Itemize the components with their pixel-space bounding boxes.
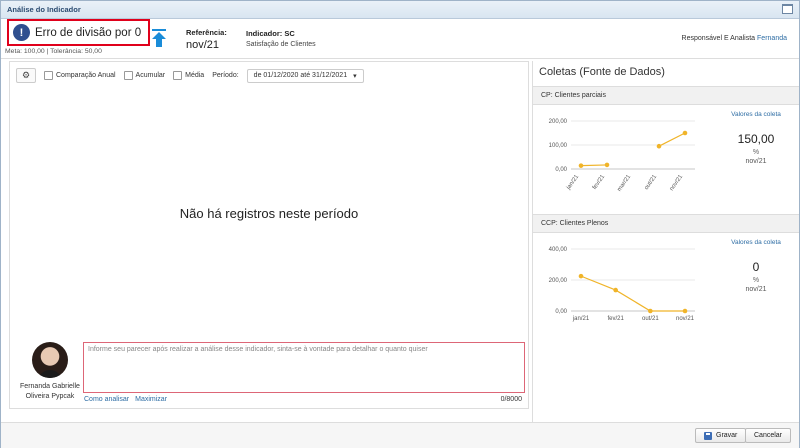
responsavel-link[interactable]: Fernanda [757,35,787,42]
responsavel: Responsável E Analista Fernanda [682,35,787,42]
dialog-footer: Gravar Cancelar [1,422,799,448]
series-line [580,164,608,167]
x-tick-label: nov/21 [669,173,685,192]
series-line [580,275,685,312]
coleta-card-ccp: CCP: Clientes Plenos 0,00 200,00 400,00 jan… [533,214,799,354]
error-message: Erro de divisão por 0 [35,26,142,39]
data-point [682,130,688,136]
data-point [648,308,653,314]
coleta-value: 0 [752,260,760,274]
coleta-card-cp: CP: Clientes parciais 0,00 100,00 200,00 ja… [533,86,799,214]
periodo-value: de 01/12/2020 até 31/12/2021 [253,72,348,79]
x-tick-label: fev/21 [607,316,624,322]
indicator-header: ! Erro de divisão por 0 Meta: 100,00 | T… [1,19,799,59]
checkbox-box[interactable] [44,71,53,80]
empty-state-message: Não há registros neste período [179,206,359,221]
gear-icon[interactable]: ⚙ [16,68,36,83]
indicador-label: Indicador: SC [246,29,295,38]
periodo-select[interactable]: de 01/12/2020 até 31/12/2021 ▾ [246,68,364,83]
coleta-date: nov/21 [745,286,767,293]
data-point [604,162,610,168]
periodo-label: Período: [212,72,239,79]
error-alert: ! Erro de divisão por 0 [7,19,150,46]
y-tick-label: 400,00 [549,247,568,253]
referencia-value: nov/21 [186,39,220,51]
acumular-checkbox[interactable]: Acumular [123,71,166,80]
maximize-window-icon[interactable] [782,4,793,14]
char-counter: 0/8000 [500,396,522,403]
analysis-panel: ⚙ Comparação Anual Acumular Média Períod… [9,61,529,409]
coleta-card-title: CCP: Clientes Plenos [533,215,799,233]
coleta-summary: Valores da coleta 0 % nov/21 [721,239,791,293]
data-point [578,163,584,168]
exclamation-icon: ! [13,24,30,41]
series-line [658,132,686,147]
y-tick-label: 200,00 [549,278,568,284]
media-label: Média [185,72,205,79]
coleta-card-title: CP: Clientes parciais [533,87,799,105]
coleta-date: nov/21 [745,158,767,165]
y-tick-label: 100,00 [549,143,568,149]
data-point [613,287,618,293]
up-arrow-icon [152,29,166,47]
data-point [682,308,688,314]
coleta-unit: % [752,149,760,156]
x-tick-label: jan/21 [565,173,580,191]
referencia-label: Referência: [186,28,227,37]
valores-coleta-link[interactable]: Valores da coleta [721,111,791,118]
window-titlebar: Análise do Indicador [1,1,799,19]
x-tick-label: mar/21 [617,173,633,192]
x-tick-label: jan/21 [572,316,590,322]
comparacao-anual-checkbox[interactable]: Comparação Anual [44,71,116,80]
analysis-window: Análise do Indicador ! Erro de divisão p… [0,0,800,448]
x-tick-label: nov/21 [676,316,695,322]
coleta-chart-ccp: 0,00 200,00 400,00 jan/21 fev/21 out/21 nov/21 [549,247,695,322]
caret-down-icon: ▾ [353,72,357,80]
save-icon [704,431,712,440]
save-label: Gravar [716,432,738,439]
coleta-chart-cp: 0,00 100,00 200,00 jan/21 fev/21 mar/21 out/21… [549,119,695,193]
data-point [578,273,584,279]
analyst-name-line1: Fernanda Gabrielle [20,383,80,390]
chart-toolbar: ⚙ Comparação Anual Acumular Média Períod… [16,68,364,83]
coleta-value: 150,00 [737,132,775,146]
media-checkbox[interactable]: Média [173,71,204,80]
window-title: Análise do Indicador [7,5,81,14]
y-tick-label: 200,00 [549,119,568,125]
coletas-panel: Coletas (Fonte de Dados) CP: Clientes pa… [532,61,799,422]
coleta-unit: % [752,277,760,284]
coleta-summary: Valores da coleta 150,00 % nov/21 [721,111,791,165]
maximizar-link[interactable]: Maximizar [135,396,167,403]
valores-coleta-link[interactable]: Valores da coleta [721,239,791,246]
analysis-comment-input[interactable]: Informe seu parecer após realizar a anál… [83,342,525,393]
comparacao-anual-label: Comparação Anual [56,72,116,79]
comment-links: Como analisar Maximizar [84,396,167,403]
como-analisar-link[interactable]: Como analisar [84,396,129,403]
save-button[interactable]: Gravar [695,428,747,443]
data-point [656,143,662,149]
checkbox-box[interactable] [173,71,183,80]
analyst-name: Fernanda Gabrielle Oliveira Pypcak [14,382,86,402]
cancel-label: Cancelar [754,432,783,439]
avatar [32,342,68,378]
acumular-label: Acumular [135,72,166,79]
indicador-name: Satisfação de Clientes [246,41,316,48]
x-tick-label: out/21 [642,316,659,322]
meta-tolerance: Meta: 100,00 | Tolerância: 50,00 [5,48,102,55]
y-tick-label: 0,00 [555,167,567,173]
x-tick-label: fev/21 [592,173,607,190]
responsavel-prefix: Responsável E Analista [681,35,756,42]
checkbox-box[interactable] [123,71,133,80]
y-tick-label: 0,00 [555,309,567,315]
cancel-button[interactable]: Cancelar [745,428,792,443]
coletas-title: Coletas (Fonte de Dados) [539,66,665,78]
x-tick-label: out/21 [644,173,659,191]
analyst-name-line2: Oliveira Pypcak [25,393,75,400]
